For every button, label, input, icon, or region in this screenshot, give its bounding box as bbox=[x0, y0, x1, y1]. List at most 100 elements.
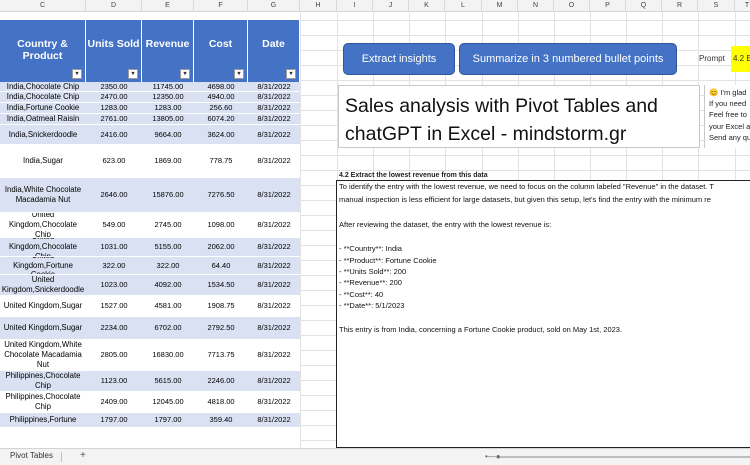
table-cell[interactable]: India,Chocolate Chip bbox=[0, 82, 86, 92]
table-cell[interactable]: 2805.00 bbox=[86, 340, 142, 371]
prompt-cell[interactable]: 4.2 Ex bbox=[731, 46, 750, 72]
column-header[interactable]: D bbox=[86, 0, 142, 12]
table-cell[interactable]: 15876.00 bbox=[142, 178, 194, 213]
table-cell[interactable]: 64.40 bbox=[194, 257, 248, 275]
table-cell[interactable]: India,White Chocolate Macadamia Nut bbox=[0, 178, 86, 213]
table-cell[interactable]: United Kingdom,White Chocolate Macadamia… bbox=[0, 340, 86, 371]
table-cell[interactable]: 2062.00 bbox=[194, 238, 248, 257]
table-cell[interactable]: 7713.75 bbox=[194, 340, 248, 371]
table-cell[interactable]: 1534.50 bbox=[194, 275, 248, 296]
table-cell[interactable]: 8/31/2022 bbox=[248, 392, 300, 413]
horizontal-scrollbar[interactable] bbox=[500, 456, 750, 458]
table-cell[interactable]: 8/31/2022 bbox=[248, 178, 300, 213]
table-cell[interactable]: 4581.00 bbox=[142, 296, 194, 317]
column-header[interactable]: I bbox=[337, 0, 373, 12]
table-cell[interactable]: 8/31/2022 bbox=[248, 103, 300, 114]
table-cell[interactable]: Philippines,Chocolate Chip bbox=[0, 371, 86, 392]
table-cell[interactable]: 8/31/2022 bbox=[248, 92, 300, 103]
table-cell[interactable]: 549.00 bbox=[86, 213, 142, 238]
table-cell[interactable]: 8/31/2022 bbox=[248, 125, 300, 145]
add-sheet-button[interactable]: + bbox=[80, 450, 86, 461]
column-header[interactable]: G bbox=[248, 0, 300, 12]
filter-dropdown-icon[interactable]: ▾ bbox=[72, 69, 82, 79]
table-cell[interactable]: 2246.00 bbox=[194, 371, 248, 392]
table-cell[interactable]: 1098.00 bbox=[194, 213, 248, 238]
table-cell[interactable]: 2646.00 bbox=[86, 178, 142, 213]
column-header[interactable]: L bbox=[445, 0, 482, 12]
filter-dropdown-icon[interactable]: ▾ bbox=[128, 69, 138, 79]
table-cell[interactable]: 1797.00 bbox=[86, 413, 142, 428]
table-cell[interactable]: Philippines,Chocolate Chip bbox=[0, 392, 86, 413]
filter-dropdown-icon[interactable]: ▾ bbox=[286, 69, 296, 79]
table-cell[interactable]: 8/31/2022 bbox=[248, 275, 300, 296]
column-header[interactable]: K bbox=[409, 0, 445, 12]
column-header[interactable]: P bbox=[590, 0, 626, 12]
column-header[interactable]: S bbox=[698, 0, 735, 12]
table-cell[interactable]: 7276.50 bbox=[194, 178, 248, 213]
table-cell[interactable]: 322.00 bbox=[142, 257, 194, 275]
table-cell[interactable]: 2416.00 bbox=[86, 125, 142, 145]
table-cell[interactable]: 623.00 bbox=[86, 145, 142, 178]
title-textbox[interactable]: Sales analysis with Pivot Tables and cha… bbox=[338, 85, 700, 148]
summarize-button[interactable]: Summarize in 3 numbered bullet points bbox=[459, 43, 677, 75]
table-cell[interactable]: 1283.00 bbox=[142, 103, 194, 114]
table-cell[interactable]: 6074.20 bbox=[194, 114, 248, 125]
table-cell[interactable]: United Kingdom,Sugar bbox=[0, 296, 86, 317]
table-cell[interactable]: 1123.00 bbox=[86, 371, 142, 392]
table-cell[interactable]: 5155.00 bbox=[142, 238, 194, 257]
table-cell[interactable]: 2234.00 bbox=[86, 317, 142, 340]
column-header[interactable]: N bbox=[518, 0, 554, 12]
table-cell[interactable]: 11745.00 bbox=[142, 82, 194, 92]
column-header[interactable]: H bbox=[300, 0, 337, 12]
table-cell[interactable]: 322.00 bbox=[86, 257, 142, 275]
column-header[interactable]: O bbox=[554, 0, 590, 12]
table-cell[interactable]: 2350.00 bbox=[86, 82, 142, 92]
table-cell[interactable]: United Kingdom,Sugar bbox=[0, 317, 86, 340]
table-cell[interactable]: 256.60 bbox=[194, 103, 248, 114]
column-header[interactable]: Q bbox=[626, 0, 662, 12]
table-cell[interactable]: 8/31/2022 bbox=[248, 371, 300, 392]
column-header[interactable]: C bbox=[0, 0, 86, 12]
column-header[interactable]: R bbox=[662, 0, 698, 12]
table-cell[interactable]: 6702.00 bbox=[142, 317, 194, 340]
table-cell[interactable]: 1869.00 bbox=[142, 145, 194, 178]
table-cell[interactable]: India,Oatmeal Raisin bbox=[0, 114, 86, 125]
table-cell[interactable]: 2792.50 bbox=[194, 317, 248, 340]
table-cell[interactable]: 1023.00 bbox=[86, 275, 142, 296]
table-cell[interactable]: 1908.75 bbox=[194, 296, 248, 317]
table-cell[interactable]: India,Snickerdoodle bbox=[0, 125, 86, 145]
table-cell[interactable]: 2761.00 bbox=[86, 114, 142, 125]
table-cell[interactable]: India,Chocolate Chip bbox=[0, 92, 86, 103]
table-cell[interactable]: 8/31/2022 bbox=[248, 238, 300, 257]
column-header[interactable]: M bbox=[482, 0, 518, 12]
table-cell[interactable]: 1797.00 bbox=[142, 413, 194, 428]
table-cell[interactable]: 4092.00 bbox=[142, 275, 194, 296]
table-cell[interactable]: United Kingdom,Snickerdoodle bbox=[0, 275, 86, 296]
extract-insights-button[interactable]: Extract insights bbox=[343, 43, 455, 75]
table-cell[interactable]: 12045.00 bbox=[142, 392, 194, 413]
table-cell[interactable]: 8/31/2022 bbox=[248, 340, 300, 371]
table-cell[interactable]: United Kingdom,Chocolate Chip bbox=[0, 238, 86, 257]
table-cell[interactable]: 1283.00 bbox=[86, 103, 142, 114]
table-cell[interactable]: India,Sugar bbox=[0, 145, 86, 178]
table-cell[interactable]: 2470.00 bbox=[86, 92, 142, 103]
table-cell[interactable]: 1031.00 bbox=[86, 238, 142, 257]
table-cell[interactable]: India,Fortune Cookie bbox=[0, 103, 86, 114]
table-cell[interactable]: 16830.00 bbox=[142, 340, 194, 371]
table-cell[interactable]: 3624.00 bbox=[194, 125, 248, 145]
table-cell[interactable]: 8/31/2022 bbox=[248, 413, 300, 428]
table-cell[interactable]: 5615.00 bbox=[142, 371, 194, 392]
table-cell[interactable]: 778.75 bbox=[194, 145, 248, 178]
table-cell[interactable]: 4698.00 bbox=[194, 82, 248, 92]
table-cell[interactable]: 2409.00 bbox=[86, 392, 142, 413]
table-cell[interactable]: United Kingdom,Chocolate Chip bbox=[0, 213, 86, 238]
result-textbox[interactable]: To identify the entry with the lowest re… bbox=[336, 180, 750, 448]
table-cell[interactable]: 9664.00 bbox=[142, 125, 194, 145]
table-cell[interactable]: 1527.00 bbox=[86, 296, 142, 317]
table-cell[interactable]: 8/31/2022 bbox=[248, 317, 300, 340]
column-header[interactable]: T bbox=[735, 0, 750, 12]
column-header[interactable]: F bbox=[194, 0, 248, 12]
filter-dropdown-icon[interactable]: ▾ bbox=[180, 69, 190, 79]
table-cell[interactable]: 13805.00 bbox=[142, 114, 194, 125]
table-cell[interactable]: 8/31/2022 bbox=[248, 213, 300, 238]
